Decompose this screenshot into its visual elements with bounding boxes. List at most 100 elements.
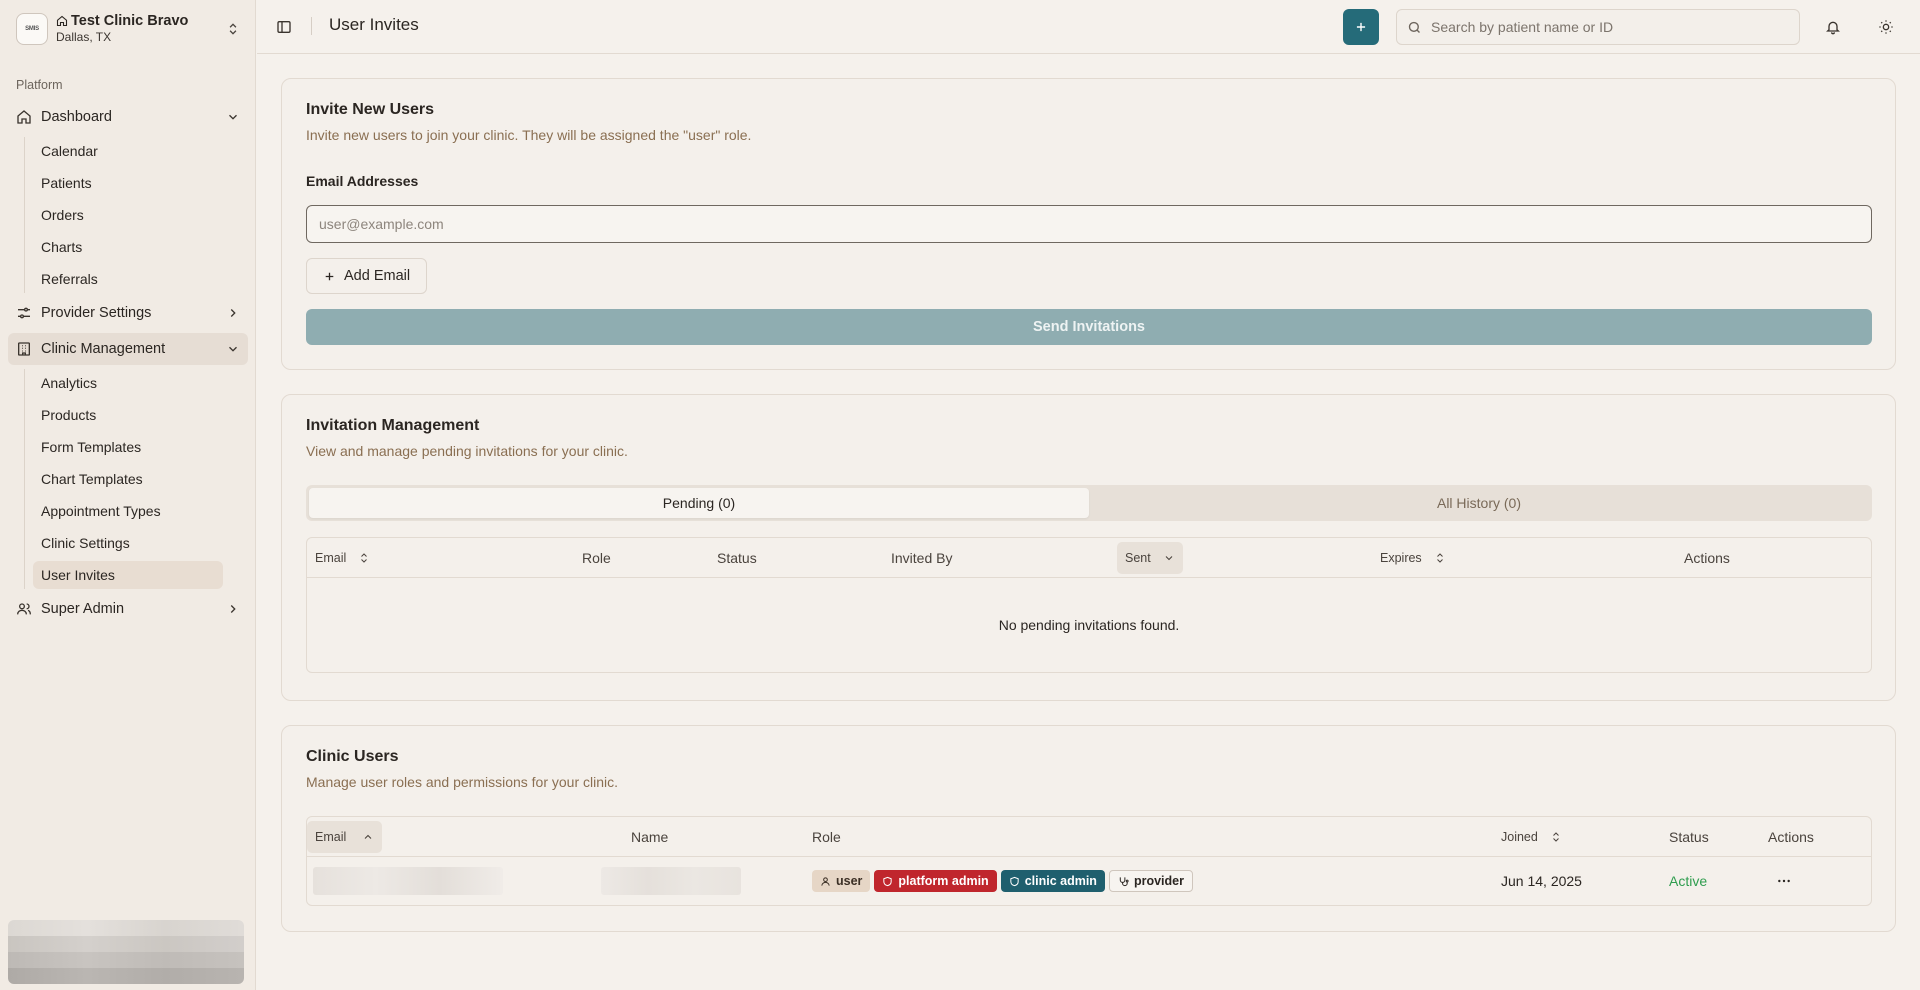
sidebar-item-provider-settings[interactable]: Provider Settings bbox=[8, 297, 248, 329]
stethoscope-icon bbox=[1118, 876, 1129, 887]
empty-state: No pending invitations found. bbox=[998, 617, 1180, 633]
table-header: Email Role Status Invited By Sent Expire… bbox=[307, 538, 1871, 578]
column-actions: Actions bbox=[1768, 829, 1814, 845]
sidebar-item-orders[interactable]: Orders bbox=[33, 201, 223, 229]
header-divider bbox=[311, 17, 312, 35]
sort-icon bbox=[1434, 552, 1446, 564]
sort-expires-button[interactable]: Expires bbox=[1372, 542, 1454, 574]
user-status-cell: Active bbox=[1669, 873, 1708, 889]
user-email-cell bbox=[313, 857, 503, 905]
sidebar-item-dashboard[interactable]: Dashboard bbox=[8, 101, 248, 133]
invite-users-card: Invite New Users Invite new users to joi… bbox=[281, 78, 1896, 370]
column-actions: Actions bbox=[1684, 550, 1730, 566]
chevron-up-icon bbox=[362, 831, 374, 843]
sidebar-item-charts[interactable]: Charts bbox=[33, 233, 223, 261]
add-email-button[interactable]: Add Email bbox=[306, 258, 428, 294]
chevron-down-icon bbox=[226, 342, 240, 356]
column-status: Status bbox=[717, 550, 757, 566]
column-role: Role bbox=[812, 829, 841, 845]
search-icon bbox=[1407, 20, 1422, 35]
clinic-location: Dallas, TX bbox=[56, 30, 112, 44]
search-input[interactable] bbox=[1431, 19, 1789, 35]
send-invitations-button[interactable]: Send Invitations bbox=[306, 309, 1872, 345]
chevron-right-icon bbox=[226, 602, 240, 616]
shield-icon bbox=[1009, 876, 1020, 887]
sun-icon bbox=[1878, 19, 1894, 35]
sidebar-item-appointment-types[interactable]: Appointment Types bbox=[33, 497, 223, 525]
clinic-users-table: Email Name Role Joined Status Actions us… bbox=[306, 816, 1872, 906]
redacted-name bbox=[601, 867, 741, 895]
management-card-title: Invitation Management bbox=[306, 417, 480, 434]
theme-toggle-button[interactable] bbox=[1868, 9, 1904, 45]
sidebar-item-referrals[interactable]: Referrals bbox=[33, 265, 223, 293]
chevron-right-icon bbox=[226, 306, 240, 320]
sort-sent-button[interactable]: Sent bbox=[1117, 542, 1183, 574]
role-badge-platform-admin: platform admin bbox=[874, 870, 997, 892]
user-joined-cell: Jun 14, 2025 bbox=[1501, 873, 1582, 889]
role-badge-provider: provider bbox=[1108, 870, 1193, 892]
sidebar-item-super-admin[interactable]: Super Admin bbox=[8, 593, 248, 625]
user-name-cell bbox=[601, 857, 741, 905]
chevrons-up-down-icon bbox=[226, 22, 240, 36]
table-header: Email Name Role Joined Status Actions bbox=[307, 817, 1871, 857]
column-invited-by: Invited By bbox=[891, 550, 953, 566]
sidebar-item-form-templates[interactable]: Form Templates bbox=[33, 433, 223, 461]
sidebar: SMIS Test Clinic Bravo Dallas, TX Platfo… bbox=[0, 0, 256, 990]
clinic-name: Test Clinic Bravo bbox=[71, 13, 189, 29]
table-row: user platform admin clinic admin provide… bbox=[307, 857, 1871, 905]
sidebar-item-user-invites[interactable]: User Invites bbox=[33, 561, 223, 589]
sidebar-item-patients[interactable]: Patients bbox=[33, 169, 223, 197]
redacted-email bbox=[313, 867, 503, 895]
sidebar-item-products[interactable]: Products bbox=[33, 401, 223, 429]
sidebar-item-clinic-management[interactable]: Clinic Management bbox=[8, 333, 248, 365]
page-title: User Invites bbox=[329, 15, 419, 34]
invitation-tabs: Pending (0) All History (0) bbox=[306, 485, 1872, 521]
invitation-management-card: Invitation Management View and manage pe… bbox=[281, 394, 1896, 701]
clinic-switcher[interactable]: SMIS Test Clinic Bravo Dallas, TX bbox=[8, 6, 248, 52]
invite-card-description: Invite new users to join your clinic. Th… bbox=[306, 127, 752, 143]
sliders-icon bbox=[16, 305, 32, 321]
email-field[interactable] bbox=[306, 205, 1872, 243]
tab-all-history[interactable]: All History (0) bbox=[1089, 488, 1869, 518]
sort-icon bbox=[358, 552, 370, 564]
tab-pending[interactable]: Pending (0) bbox=[309, 488, 1089, 518]
plus-icon bbox=[323, 270, 336, 283]
sort-joined-button[interactable]: Joined bbox=[1493, 821, 1570, 853]
home-icon bbox=[56, 15, 68, 27]
sidebar-toggle-icon[interactable] bbox=[273, 16, 295, 38]
nav-group-label: Platform bbox=[16, 78, 63, 92]
shield-icon bbox=[882, 876, 893, 887]
building-icon bbox=[16, 341, 32, 357]
sort-email-button[interactable]: Email bbox=[307, 821, 383, 853]
sidebar-nav: Dashboard Calendar Patients Orders Chart… bbox=[8, 101, 248, 629]
sidebar-item-analytics[interactable]: Analytics bbox=[33, 369, 223, 397]
role-badge-user: user bbox=[812, 870, 871, 892]
bell-icon bbox=[1825, 19, 1841, 35]
clinic-management-submenu: Analytics Products Form Templates Chart … bbox=[24, 369, 248, 589]
clinic-logo: SMIS bbox=[16, 13, 48, 45]
plus-icon bbox=[1354, 20, 1368, 34]
sidebar-item-clinic-settings[interactable]: Clinic Settings bbox=[33, 529, 223, 557]
chevron-down-icon bbox=[1163, 552, 1175, 564]
dashboard-submenu: Calendar Patients Orders Charts Referral… bbox=[24, 137, 248, 293]
sidebar-item-chart-templates[interactable]: Chart Templates bbox=[33, 465, 223, 493]
add-button[interactable] bbox=[1343, 9, 1379, 45]
user-icon bbox=[820, 876, 831, 887]
notifications-button[interactable] bbox=[1815, 9, 1851, 45]
column-name: Name bbox=[631, 829, 669, 845]
users-card-title: Clinic Users bbox=[306, 748, 399, 765]
users-icon bbox=[16, 601, 32, 617]
user-roles-cell: user platform admin clinic admin provide… bbox=[812, 857, 1197, 905]
management-card-description: View and manage pending invitations for … bbox=[306, 443, 628, 459]
sort-icon bbox=[1550, 831, 1562, 843]
sort-email-button[interactable]: Email bbox=[307, 542, 378, 574]
sidebar-item-calendar[interactable]: Calendar bbox=[33, 137, 223, 165]
invitations-table: Email Role Status Invited By Sent Expire… bbox=[306, 537, 1872, 673]
house-icon bbox=[16, 109, 32, 125]
row-actions-button[interactable] bbox=[1768, 865, 1800, 897]
invite-card-title: Invite New Users bbox=[306, 101, 435, 118]
patient-search bbox=[1396, 9, 1800, 45]
column-status: Status bbox=[1669, 829, 1709, 845]
sidebar-user-menu[interactable] bbox=[8, 920, 244, 984]
email-addresses-label: Email Addresses bbox=[306, 173, 419, 189]
